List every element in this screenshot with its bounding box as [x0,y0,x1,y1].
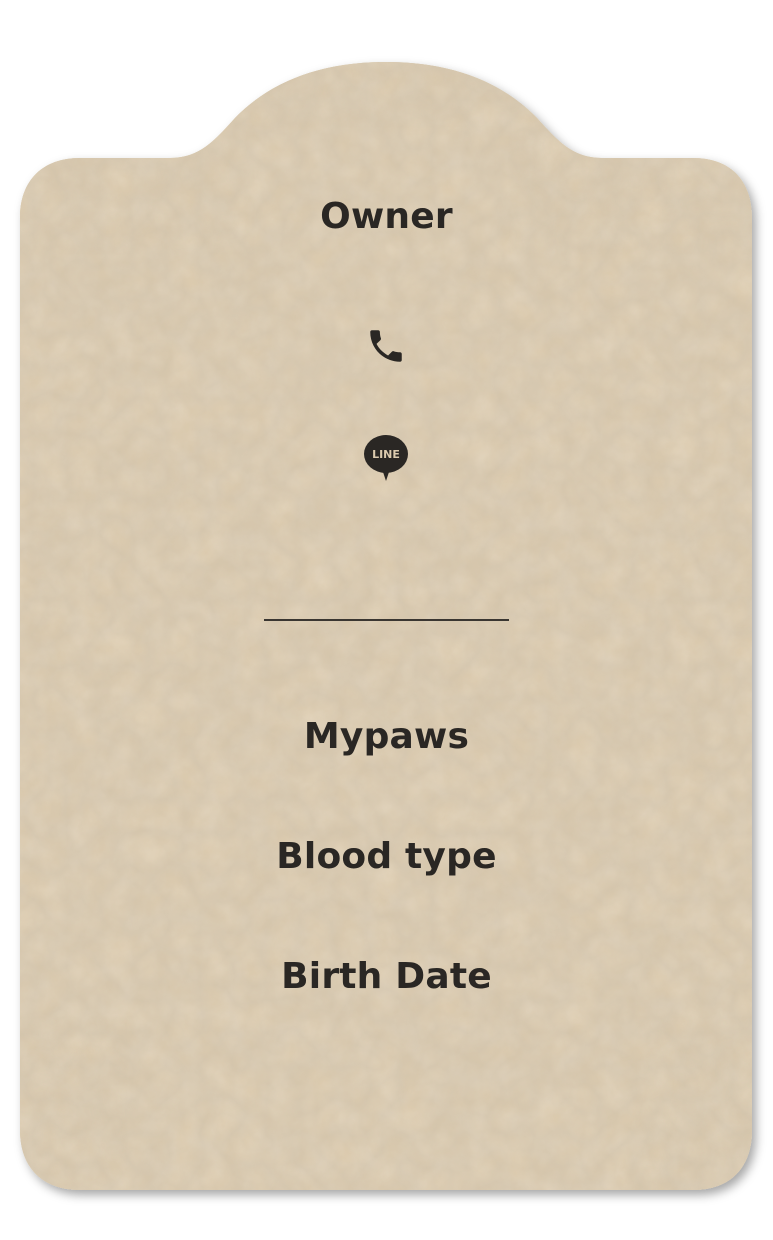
line-icon-text: LINE [372,448,400,461]
blood-type-label: Blood type [276,836,497,877]
birth-date-label: Birth Date [281,956,492,997]
pet-tag-card: Owner LINE Mypaws Blood type Birth Date [0,0,773,1240]
line-button[interactable]: LINE [362,434,410,482]
pet-name: Mypaws [303,716,470,757]
section-divider [264,619,509,621]
owner-label: Owner [320,196,453,237]
phone-icon [370,330,402,362]
line-app-icon: LINE [364,435,408,481]
phone-button[interactable] [362,322,410,370]
